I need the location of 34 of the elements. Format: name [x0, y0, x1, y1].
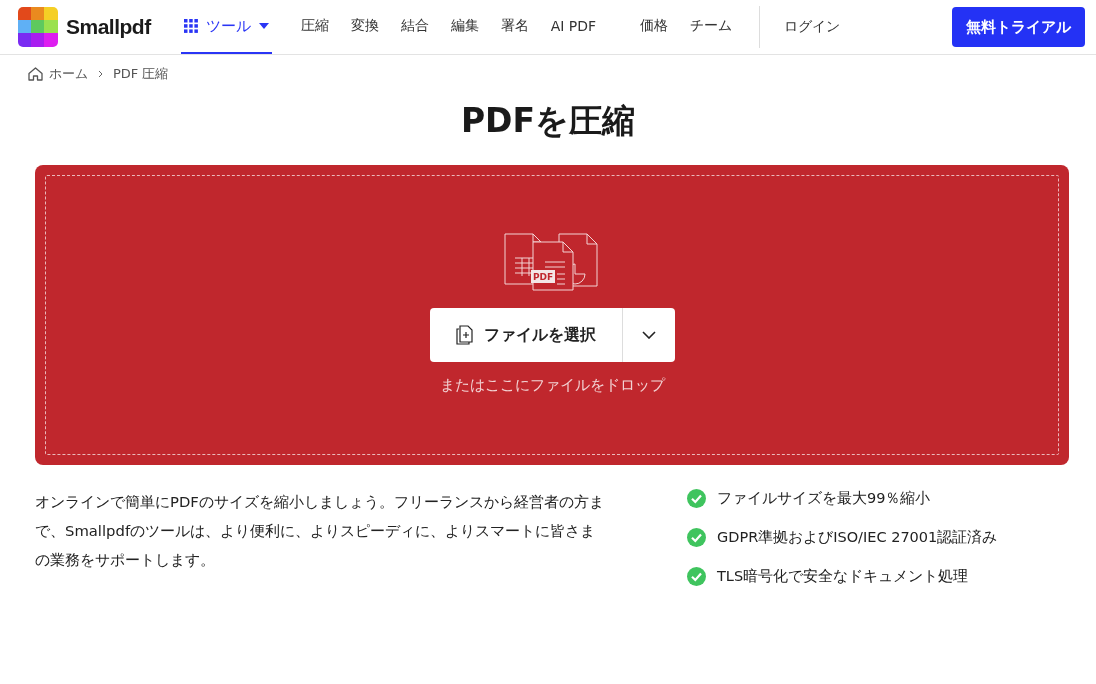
feature-text: TLS暗号化で安全なドキュメント処理: [717, 567, 969, 586]
chevron-down-icon: [641, 331, 656, 339]
nav-link[interactable]: 価格: [629, 0, 680, 54]
logo-icon: [18, 7, 58, 47]
login-link[interactable]: ログイン: [784, 18, 841, 36]
file-add-icon: [455, 325, 474, 345]
check-icon: [687, 489, 706, 508]
feature-text: GDPR準拠およびISO/IEC 27001認証済み: [717, 528, 998, 547]
dropdown-button[interactable]: [621, 308, 675, 362]
description-text: オンラインで簡単にPDFのサイズを縮小しましょう。フリーランスから経営者の方まで、Smallpdfのツールは、より便利に、よりスピーディに、よりスマートに皆さまの業務をサポートします。: [35, 492, 605, 570]
caret-icon: [258, 23, 269, 29]
feature-text: ファイルサイズを最大99％縮小: [717, 489, 931, 508]
nav-link[interactable]: 結合: [389, 0, 440, 54]
file-drop-zone[interactable]: PDF ファイルを選択 またはここにファイルをドロップ: [35, 165, 1069, 465]
home-icon: [28, 67, 43, 81]
nav-link[interactable]: AI PDF: [539, 0, 608, 54]
brand-name: Smallpdf: [66, 15, 151, 39]
free-trial-button[interactable]: 無料トライアル: [952, 7, 1085, 47]
nav-link[interactable]: 圧縮: [289, 0, 340, 54]
page-title: PDFを圧縮: [459, 100, 637, 142]
nav-link[interactable]: 編集: [439, 0, 490, 54]
nav-link[interactable]: チーム: [679, 0, 744, 54]
drop-hint: またはここにファイルをドロップ: [439, 376, 665, 395]
choose-file-button[interactable]: ファイルを選択: [429, 308, 622, 362]
breadcrumb-link[interactable]: PDF 圧縮: [113, 65, 169, 83]
tools-menu-tab[interactable]: ツール: [180, 0, 272, 54]
nav-link[interactable]: 変換: [339, 0, 390, 54]
documents-drawing: PDF: [503, 232, 601, 292]
nav-link[interactable]: 署名: [489, 0, 540, 54]
breadcrumb-separator-icon: [98, 70, 103, 78]
breadcrumb-link[interactable]: ホーム: [49, 65, 88, 83]
grid-icon: [183, 19, 198, 33]
check-icon: [687, 567, 706, 586]
check-icon: [687, 528, 706, 547]
